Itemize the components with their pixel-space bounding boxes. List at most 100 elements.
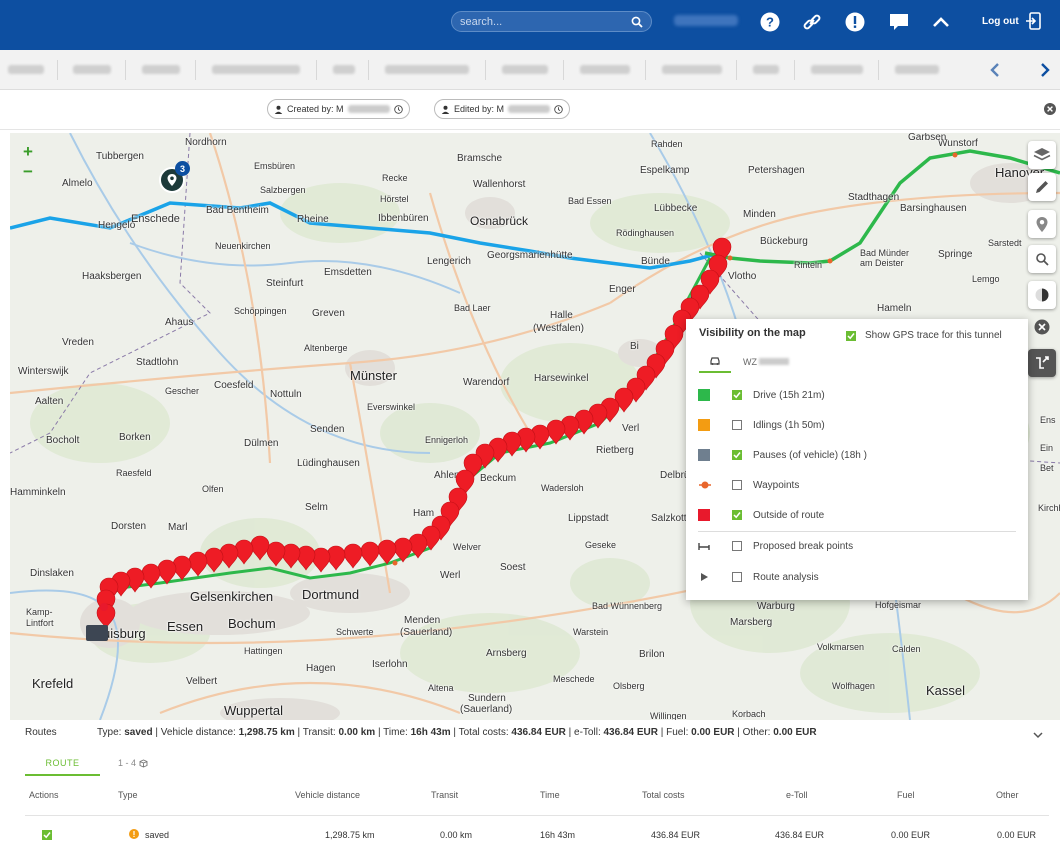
summary-fuel-value: 0.00 EUR <box>691 727 735 738</box>
row-etoll: 436.84 EUR <box>775 830 825 840</box>
summary-total-label: | Total costs: <box>450 727 512 738</box>
legend-swatch <box>698 449 710 461</box>
outside-route-pin[interactable] <box>266 541 286 567</box>
help-icon[interactable]: ? <box>759 11 781 33</box>
cluster-count-badge: 3 <box>175 161 190 176</box>
nav-prev-arrow[interactable] <box>985 60 1005 80</box>
nav-item[interactable] <box>662 65 722 74</box>
col-total-costs[interactable]: Total costs <box>642 790 685 800</box>
visibility-checkbox[interactable] <box>732 480 742 490</box>
tab-vehicle[interactable] <box>699 350 731 373</box>
col-time[interactable]: Time <box>540 790 560 800</box>
outside-route-pin[interactable] <box>188 551 208 577</box>
route-analysis-button[interactable] <box>1028 349 1056 377</box>
visibility-checkbox[interactable] <box>732 450 742 460</box>
nav-separator <box>57 60 58 80</box>
col-type[interactable]: Type <box>118 790 138 800</box>
visibility-title: Visibility on the map <box>699 327 806 339</box>
summary-type-label: Type: <box>97 727 125 738</box>
search-input[interactable] <box>460 15 631 28</box>
chevron-down-icon[interactable] <box>1032 729 1044 741</box>
svg-text:?: ? <box>766 15 774 30</box>
visibility-row[interactable]: Outside of route <box>698 505 1018 525</box>
nav-item[interactable] <box>73 65 111 74</box>
created-by-chip[interactable]: Created by: M <box>267 99 410 119</box>
visibility-row[interactable]: Route analysis <box>698 567 1018 587</box>
poi-button[interactable] <box>1028 210 1056 238</box>
outside-route-pin[interactable] <box>296 545 316 571</box>
link-icon[interactable] <box>801 11 823 33</box>
visibility-row[interactable]: Waypoints <box>698 475 1018 495</box>
tab-plate[interactable]: WZ <box>743 350 789 373</box>
nav-item[interactable] <box>333 65 355 74</box>
row-total-costs: 436.84 EUR <box>651 830 701 840</box>
visibility-checkbox[interactable] <box>732 572 742 582</box>
visibility-row[interactable]: Proposed break points <box>698 536 1018 556</box>
tab-route[interactable]: ROUTE <box>25 754 100 776</box>
globe-button[interactable] <box>1028 281 1056 309</box>
nav-item[interactable] <box>580 65 630 74</box>
nav-item[interactable] <box>811 65 863 74</box>
outside-route-pin[interactable] <box>393 537 413 563</box>
outside-route-pin[interactable] <box>360 541 380 567</box>
close-icon[interactable] <box>1044 103 1056 115</box>
outside-route-pin[interactable] <box>141 563 161 589</box>
col-etoll[interactable]: e-Toll <box>786 790 808 800</box>
search-icon[interactable] <box>631 16 643 28</box>
chevron-up-icon[interactable] <box>930 11 952 33</box>
map-search-button[interactable] <box>1028 245 1056 273</box>
logout-button[interactable]: Log out <box>982 12 1041 30</box>
alert-icon[interactable] <box>844 11 866 33</box>
nav-next-arrow[interactable] <box>1035 60 1055 80</box>
col-vehicle-distance[interactable]: Vehicle distance <box>295 790 360 800</box>
tab-route-count[interactable]: 1 - 4 <box>118 758 148 768</box>
gps-trace-toggle[interactable]: Show GPS trace for this tunnel <box>846 330 1002 341</box>
visibility-row[interactable]: Drive (15h 21m) <box>698 385 1018 405</box>
gps-trace-checkbox[interactable] <box>846 330 856 341</box>
col-transit[interactable]: Transit <box>431 790 458 800</box>
visibility-checkbox[interactable] <box>732 510 742 520</box>
visibility-label: Outside of route <box>753 509 825 521</box>
outside-route-pin[interactable] <box>311 547 331 573</box>
zoom-in-button[interactable]: + <box>18 143 38 161</box>
nav-item[interactable] <box>895 65 939 74</box>
zoom-out-button[interactable]: − <box>18 163 38 181</box>
layers-button[interactable] <box>1028 141 1056 169</box>
nav-item[interactable] <box>8 65 44 74</box>
visibility-checkbox[interactable] <box>732 390 742 400</box>
visibility-row[interactable]: Pauses (of vehicle) (18h ) <box>698 445 1018 465</box>
outside-route-pin[interactable] <box>343 543 363 569</box>
chat-icon[interactable] <box>888 11 910 33</box>
outside-route-pin[interactable] <box>204 547 224 573</box>
outside-route-pin[interactable] <box>157 559 177 585</box>
col-other[interactable]: Other <box>996 790 1019 800</box>
truck-icon[interactable] <box>86 625 108 641</box>
nav-item[interactable] <box>502 65 548 74</box>
col-actions[interactable]: Actions <box>29 790 59 800</box>
edited-by-chip[interactable]: Edited by: M <box>434 99 571 119</box>
nav-item[interactable] <box>142 65 180 74</box>
draw-button[interactable] <box>1028 173 1056 201</box>
nav-item[interactable] <box>753 65 779 74</box>
nav-item[interactable] <box>212 65 300 74</box>
summary-etoll-value: 436.84 EUR <box>603 727 658 738</box>
visibility-checkbox[interactable] <box>732 541 742 551</box>
outside-route-pin[interactable] <box>281 543 301 569</box>
row-select-checkbox[interactable] <box>42 830 52 840</box>
nav-item[interactable] <box>385 65 469 74</box>
user-name-blurred[interactable] <box>674 15 738 26</box>
visibility-label: Idlings (1h 50m) <box>753 419 825 431</box>
route-start-marker[interactable] <box>100 603 108 611</box>
visibility-checkbox[interactable] <box>732 420 742 430</box>
outside-route-pin[interactable] <box>377 539 397 565</box>
legend-swatch <box>698 389 710 401</box>
col-fuel[interactable]: Fuel <box>897 790 915 800</box>
meta-bar: Created by: M Edited by: M <box>0 90 1060 130</box>
waypoint-legend-icon <box>699 481 711 489</box>
car-icon <box>710 356 720 365</box>
panel-close-button[interactable] <box>1034 319 1050 335</box>
visibility-row[interactable]: Idlings (1h 50m) <box>698 415 1018 435</box>
search-box[interactable] <box>451 11 652 32</box>
outside-route-pin[interactable] <box>250 535 270 561</box>
outside-route-pin[interactable] <box>546 419 566 445</box>
